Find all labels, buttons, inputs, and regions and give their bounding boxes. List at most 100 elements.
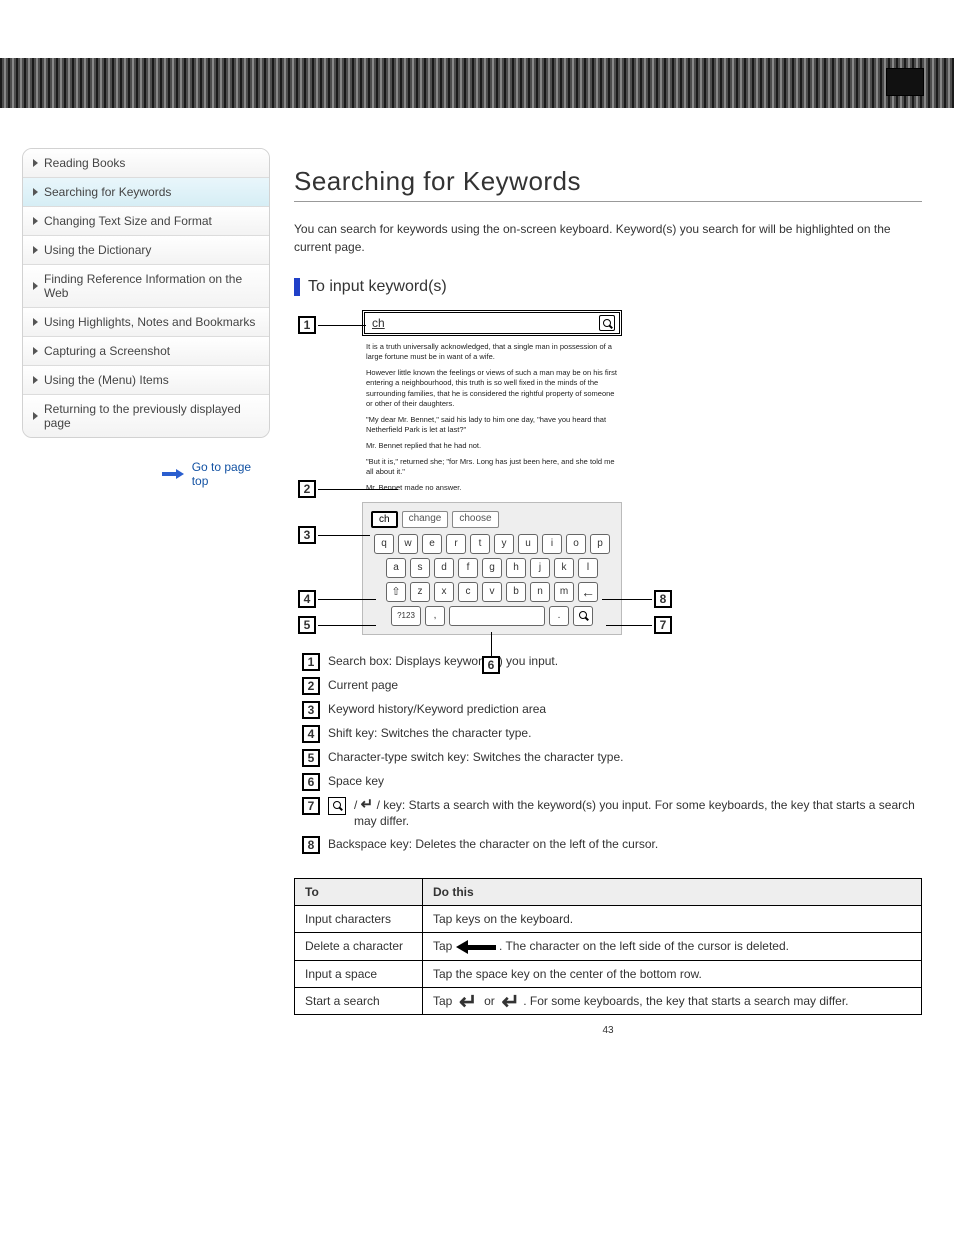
lead-line xyxy=(318,489,398,490)
key: e xyxy=(422,534,442,554)
key: j xyxy=(530,558,550,578)
table-cell-do: Tap the space key on the center of the b… xyxy=(423,960,922,987)
content: Searching for Keywords You can search fo… xyxy=(294,148,932,1036)
subheading: To input keyword(s) xyxy=(294,278,922,296)
sidebar-item-highlights[interactable]: Using Highlights, Notes and Bookmarks xyxy=(23,308,269,337)
enter-icon: ↵ xyxy=(361,796,374,813)
lead-line xyxy=(318,535,370,536)
table-row: Start a search Tap ↵ or ↵ . For some key… xyxy=(295,987,922,1014)
key-row: ⇧ z x c v b n m ← xyxy=(367,582,617,602)
chevron-right-icon xyxy=(33,347,38,355)
sample-paragraph: It is a truth universally acknowledged, … xyxy=(366,342,618,362)
sidebar-item-label: Reading Books xyxy=(44,156,125,170)
key-row: a s d f g h j k l xyxy=(367,558,617,578)
search-icon xyxy=(333,801,342,810)
enter-icon: ↵ xyxy=(501,989,519,1014)
sidebar-item-menu[interactable]: Using the (Menu) Items xyxy=(23,366,269,395)
callout-7: 7 xyxy=(654,616,672,634)
lead-line xyxy=(318,625,376,626)
legend-text: Backspace key: Deletes the character on … xyxy=(328,836,658,853)
key: k xyxy=(554,558,574,578)
lead-line xyxy=(606,625,652,626)
sidebar-item-return[interactable]: Returning to the previously displayed pa… xyxy=(23,395,269,437)
legend-text: Current page xyxy=(328,677,398,694)
table-cell-do: Tap . The character on the left side of … xyxy=(423,933,922,961)
search-button-icon xyxy=(599,315,615,331)
lead-line xyxy=(602,599,652,600)
accent-bar-icon xyxy=(294,278,300,296)
go-to-top-link[interactable]: Go to page top xyxy=(22,460,270,488)
chevron-right-icon xyxy=(33,282,38,290)
shift-icon: ⇧ xyxy=(391,585,400,598)
legend-text-inner: / key: Starts a search with the keyword(… xyxy=(354,798,915,829)
sample-page-text: It is a truth universally acknowledged, … xyxy=(362,336,622,502)
search-icon-box xyxy=(328,797,346,815)
sidebar-item-reading-books[interactable]: Reading Books xyxy=(23,149,269,178)
callout-6: 6 xyxy=(482,656,500,674)
legend-number: 4 xyxy=(302,725,320,743)
numeric-key: ?123 xyxy=(391,606,421,626)
sample-paragraph: However little known the feelings or vie… xyxy=(366,368,618,409)
table-head: Do this xyxy=(423,879,922,906)
header-badge xyxy=(886,68,924,96)
key-row: q w e r t y u i o p xyxy=(367,534,617,554)
legend-row: 8 Backspace key: Deletes the character o… xyxy=(302,836,922,854)
key: g xyxy=(482,558,502,578)
legend-text: Shift key: Switches the character type. xyxy=(328,725,531,742)
comma-key: , xyxy=(425,606,445,626)
callout-2: 2 xyxy=(298,480,316,498)
table-cell-do: Tap keys on the keyboard. xyxy=(423,906,922,933)
sample-paragraph: "But it is," returned she; "for Mrs. Lon… xyxy=(366,457,618,477)
key: l xyxy=(578,558,598,578)
sidebar-item-label: Returning to the previously displayed pa… xyxy=(44,402,259,430)
key: r xyxy=(446,534,466,554)
key: v xyxy=(482,582,502,602)
callout-1: 1 xyxy=(298,316,316,334)
backspace-icon: ← xyxy=(581,584,595,600)
sidebar-item-searching[interactable]: Searching for Keywords xyxy=(23,178,269,207)
sidebar-item-web-reference[interactable]: Finding Reference Information on the Web xyxy=(23,265,269,308)
sidebar-item-dictionary[interactable]: Using the Dictionary xyxy=(23,236,269,265)
key: m xyxy=(554,582,574,602)
header-stripe xyxy=(0,58,954,108)
sample-paragraph: Mr. Bennet replied that he had not. xyxy=(366,441,618,451)
lead-paragraph: You can search for keywords using the on… xyxy=(294,220,922,256)
chevron-right-icon xyxy=(33,318,38,326)
sidebar-item-label: Capturing a Screenshot xyxy=(44,344,170,358)
key: w xyxy=(398,534,418,554)
legend-number: 1 xyxy=(302,653,320,671)
sidebar-item-screenshot[interactable]: Capturing a Screenshot xyxy=(23,337,269,366)
suggestion-pill: ch xyxy=(371,511,398,528)
space-key xyxy=(449,606,545,626)
legend-row: 4 Shift key: Switches the character type… xyxy=(302,725,922,743)
key: x xyxy=(434,582,454,602)
page-title: Searching for Keywords xyxy=(294,166,922,197)
legend-row: 2 Current page xyxy=(302,677,922,695)
key: i xyxy=(542,534,562,554)
key: t xyxy=(470,534,490,554)
callout-3: 3 xyxy=(298,526,316,544)
chevron-right-icon xyxy=(33,376,38,384)
legend-text: Character-type switch key: Switches the … xyxy=(328,749,623,766)
key: f xyxy=(458,558,478,578)
sidebar-item-label: Using Highlights, Notes and Bookmarks xyxy=(44,315,255,329)
key: z xyxy=(410,582,430,602)
arrow-right-icon xyxy=(162,469,184,479)
legend-number: 7 xyxy=(302,797,320,815)
sidebar-item-label: Changing Text Size and Format xyxy=(44,214,212,228)
divider xyxy=(294,201,922,202)
suggestion-pill: choose xyxy=(452,511,498,528)
key: o xyxy=(566,534,586,554)
suggestion-row: ch change choose xyxy=(371,511,613,528)
search-box: ch xyxy=(362,310,622,336)
shift-key: ⇧ xyxy=(386,582,406,602)
callout-4: 4 xyxy=(298,590,316,608)
table-row: Input characters Tap keys on the keyboar… xyxy=(295,906,922,933)
legend-list: 1 Search box: Displays keyword(s) you in… xyxy=(302,653,922,855)
legend-number: 8 xyxy=(302,836,320,854)
sidebar-item-text-size[interactable]: Changing Text Size and Format xyxy=(23,207,269,236)
table-row: Delete a character Tap . The character o… xyxy=(295,933,922,961)
operation-table: To Do this Input characters Tap keys on … xyxy=(294,878,922,1015)
chevron-right-icon xyxy=(33,246,38,254)
table-cell-to: Start a search xyxy=(295,987,423,1014)
